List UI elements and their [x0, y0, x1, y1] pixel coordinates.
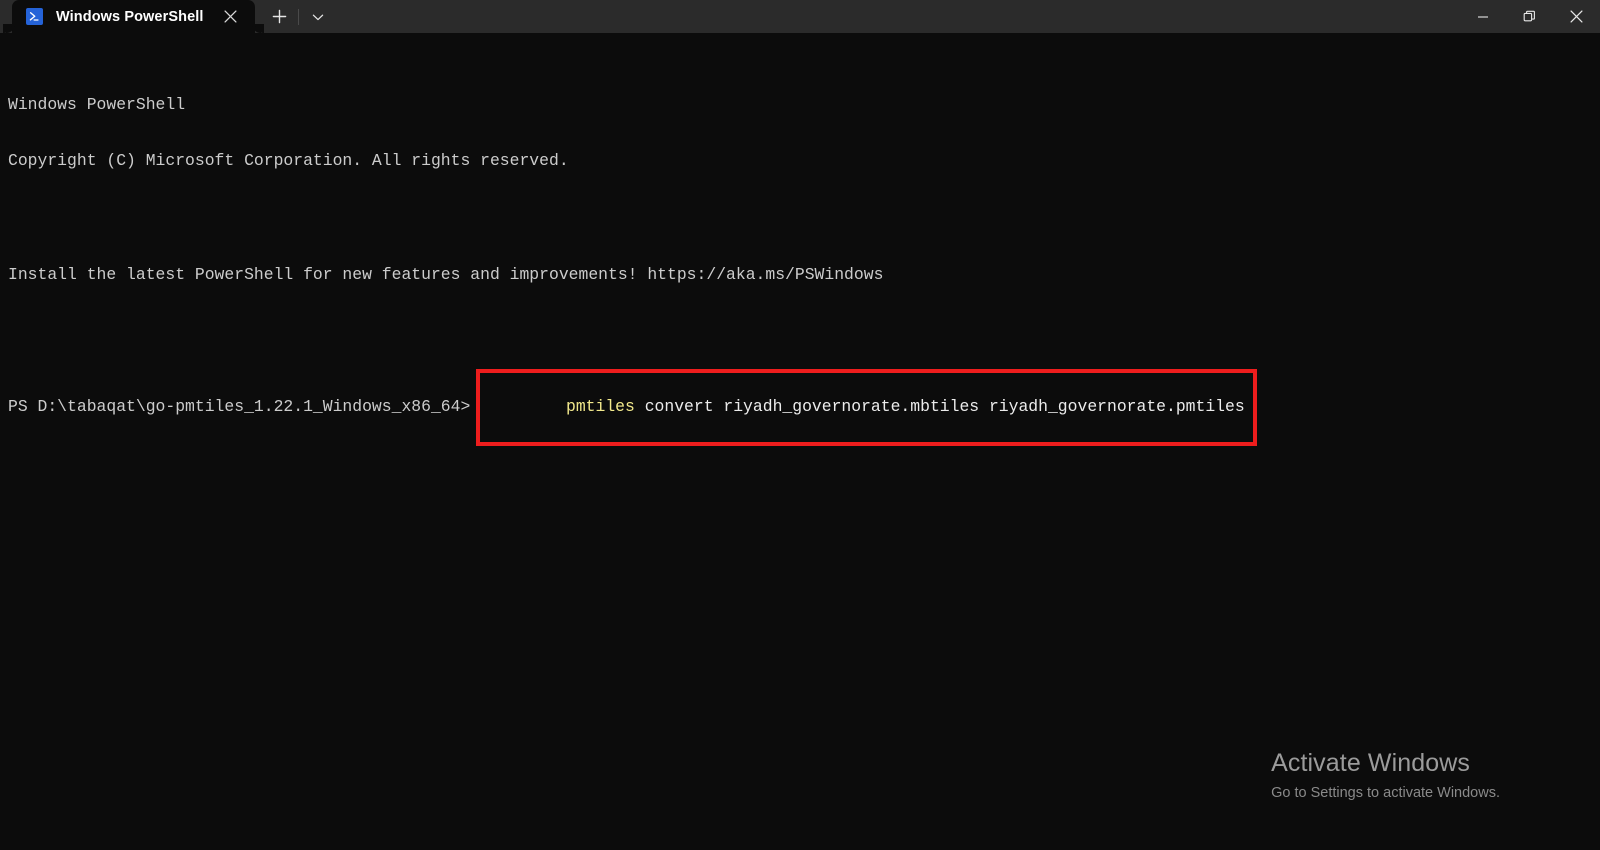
terminal-line: Copyright (C) Microsoft Corporation. All…: [8, 151, 569, 171]
window-controls: [1459, 0, 1600, 33]
terminal-line: Install the latest PowerShell for new fe…: [8, 264, 884, 284]
terminal-output[interactable]: Windows PowerShell Copyright (C) Microso…: [0, 33, 1600, 850]
tab-windows-powershell[interactable]: Windows PowerShell: [3, 0, 264, 33]
terminal-line: Windows PowerShell: [8, 94, 186, 114]
tab-title: Windows PowerShell: [56, 8, 204, 25]
tab-strip: Windows PowerShell: [0, 0, 332, 33]
tab-bar-divider: [298, 9, 299, 25]
highlighted-command-box: pmtiles convert riyadh_governorate.mbtil…: [476, 369, 1257, 446]
close-window-button[interactable]: [1553, 0, 1600, 33]
prompt-path: PS D:\tabaqat\go-pmtiles_1.22.1_Windows_…: [8, 397, 471, 417]
tab-dropdown-button[interactable]: [304, 0, 332, 33]
activate-windows-watermark: Activate Windows Go to Settings to activ…: [1271, 748, 1500, 802]
maximize-restore-button[interactable]: [1506, 0, 1553, 33]
watermark-subtitle: Go to Settings to activate Windows.: [1271, 785, 1500, 801]
command-prompt-line: PS D:\tabaqat\go-pmtiles_1.22.1_Windows_…: [8, 369, 1600, 446]
close-tab-icon[interactable]: [219, 6, 241, 28]
command-program: pmtiles: [566, 397, 635, 417]
powershell-window: Windows PowerShell Windows PowerShell Co…: [0, 0, 1600, 850]
minimize-button[interactable]: [1459, 0, 1506, 33]
title-bar[interactable]: Windows PowerShell: [0, 0, 1600, 33]
watermark-title: Activate Windows: [1271, 749, 1470, 777]
powershell-icon: [26, 8, 43, 25]
new-tab-button[interactable]: [265, 0, 293, 33]
command-arguments: convert riyadh_governorate.mbtiles riyad…: [634, 397, 1245, 417]
